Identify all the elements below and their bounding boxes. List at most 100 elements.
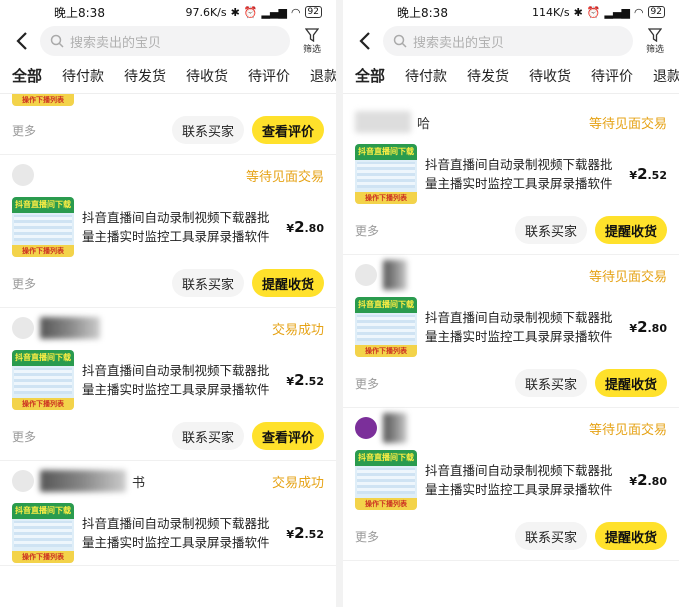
wifi-icon: ◠ <box>633 5 644 19</box>
order-item[interactable]: 等待见面交易 抖音直播间下载 操作下播列表 抖音直播间自动录制视频下载器批量主播实… <box>0 155 336 308</box>
contact-buyer-button[interactable]: 联系买家 <box>171 116 244 144</box>
remind-receipt-button[interactable]: 提醒收货 <box>594 522 667 550</box>
tab-refund[interactable]: 退款中 <box>653 66 679 86</box>
tab-pending-payment[interactable]: 待付款 <box>62 66 104 86</box>
product-title: 抖音直播间自动录制视频下载器批量主播实时监控工具录屏录播软件 <box>425 157 613 191</box>
product-title: 抖音直播间自动录制视频下载器批量主播实时监控工具录屏录播软件 <box>82 516 270 550</box>
filter-button[interactable]: 筛选 <box>637 27 673 55</box>
status-icons: 114K/s ✱ ⏰ ▂▄▆ ◠ 92 <box>532 6 665 19</box>
product-row: 抖音直播间下载 操作下播列表 抖音直播间自动录制视频下载器批量主播实时监控工具录屏… <box>355 142 667 206</box>
order-item[interactable]: 书 交易成功 抖音直播间下载 操作下播列表 抖音直播间自动录制视频下载器批量主播实… <box>0 461 336 566</box>
contact-buyer-button[interactable]: 联系买家 <box>514 522 587 550</box>
more-link[interactable]: 更多 <box>12 428 36 445</box>
product-row: 抖音直播间下载 操作下播列表 抖音直播间自动录制视频下载器批量主播实时监控工具录屏… <box>355 295 667 359</box>
order-item[interactable]: 等待见面交易 抖音直播间下载 操作下播列表 抖音直播间自动录制视频下载器批量主播实… <box>343 408 679 561</box>
order-item[interactable]: 哈 等待见面交易 抖音直播间下载 操作下播列表 抖音直播间自动录制视频下载器批量主… <box>343 102 679 255</box>
screen-left: 晚上8:38 97.6K/s ✱ ⏰ ▂▄▆ ◠ 92 搜索卖出的宝贝 筛选 全… <box>0 0 336 607</box>
seller-name-blurred <box>40 317 100 339</box>
order-item[interactable]: 操作下播列表 更多 联系买家 查看评价 <box>0 94 336 155</box>
action-row: 更多 联系买家 提醒收货 <box>12 259 324 307</box>
search-row: 搜索卖出的宝贝 筛选 <box>343 24 679 58</box>
remind-receipt-button[interactable]: 提醒收货 <box>251 269 324 297</box>
filter-label: 筛选 <box>645 44 664 55</box>
order-item[interactable]: 交易成功 抖音直播间下载 操作下播列表 抖音直播间自动录制视频下载器批量主播实时监… <box>0 308 336 461</box>
tab-pending-shipment[interactable]: 待发货 <box>467 66 509 86</box>
battery-icon: 92 <box>304 6 322 18</box>
avatar <box>12 164 34 186</box>
price: ¥2.52 <box>629 165 667 183</box>
price: ¥2.52 <box>286 524 324 542</box>
seller-name-blurred <box>383 413 407 443</box>
seller-row: 哈 等待见面交易 <box>355 102 667 142</box>
seller-name: 哈 <box>417 116 431 132</box>
search-icon <box>50 34 64 48</box>
product-title: 抖音直播间自动录制视频下载器批量主播实时监控工具录屏录播软件 <box>82 210 270 244</box>
action-row: 更多 联系买家 查看评价 <box>12 106 324 154</box>
order-status: 等待见面交易 <box>588 422 667 438</box>
action-row: 更多 联系买家 提醒收货 <box>355 206 667 254</box>
view-review-button[interactable]: 查看评价 <box>251 422 324 450</box>
remind-receipt-button[interactable]: 提醒收货 <box>594 216 667 244</box>
filter-button[interactable]: 筛选 <box>294 27 330 55</box>
order-item[interactable]: 等待见面交易 抖音直播间下载 操作下播列表 抖音直播间自动录制视频下载器批量主播实… <box>343 255 679 408</box>
product-row: 抖音直播间下载 操作下播列表 抖音直播间自动录制视频下载器批量主播实时监控工具录屏… <box>12 195 324 259</box>
search-row: 搜索卖出的宝贝 筛选 <box>0 24 336 58</box>
tab-pending-receipt[interactable]: 待收货 <box>529 66 571 86</box>
status-bar: 晚上8:38 114K/s ✱ ⏰ ▂▄▆ ◠ 92 <box>343 0 679 24</box>
tab-all[interactable]: 全部 <box>12 65 43 86</box>
tab-pending-receipt[interactable]: 待收货 <box>186 66 228 86</box>
product-thumbnail: 抖音直播间下载 操作下播列表 <box>355 297 417 357</box>
contact-buyer-button[interactable]: 联系买家 <box>171 422 244 450</box>
remind-receipt-button[interactable]: 提醒收货 <box>594 369 667 397</box>
order-status: 等待见面交易 <box>245 169 324 185</box>
tab-pending-review[interactable]: 待评价 <box>591 66 633 86</box>
status-bar: 晚上8:38 97.6K/s ✱ ⏰ ▂▄▆ ◠ 92 <box>0 0 336 24</box>
seller-name: 书 <box>132 475 146 491</box>
search-icon <box>393 34 407 48</box>
alarm-icon: ⏰ <box>243 5 258 19</box>
search-placeholder: 搜索卖出的宝贝 <box>413 35 505 51</box>
price: ¥2.80 <box>629 471 667 489</box>
contact-buyer-button[interactable]: 联系买家 <box>514 216 587 244</box>
seller-name-blurred <box>383 260 407 290</box>
product-row: 抖音直播间下载 操作下播列表 抖音直播间自动录制视频下载器批量主播实时监控工具录屏… <box>355 448 667 512</box>
product-title: 抖音直播间自动录制视频下载器批量主播实时监控工具录屏录播软件 <box>425 310 613 344</box>
filter-icon <box>648 27 662 42</box>
tab-all[interactable]: 全部 <box>355 65 386 86</box>
status-time: 晚上8:38 <box>54 5 105 20</box>
view-review-button[interactable]: 查看评价 <box>251 116 324 144</box>
product-title: 抖音直播间自动录制视频下载器批量主播实时监控工具录屏录播软件 <box>425 463 613 497</box>
tab-pending-payment[interactable]: 待付款 <box>405 66 447 86</box>
more-link[interactable]: 更多 <box>355 222 379 239</box>
order-tabs: 全部 待付款 待发货 待收货 待评价 退款中 <box>0 58 336 94</box>
product-row: 抖音直播间下载 操作下播列表 抖音直播间自动录制视频下载器批量主播实时监控工具录屏… <box>12 348 324 412</box>
search-input[interactable]: 搜索卖出的宝贝 <box>40 26 290 56</box>
seller-row: 等待见面交易 <box>355 408 667 448</box>
avatar <box>355 417 377 439</box>
bluetooth-icon: ✱ <box>230 5 240 19</box>
back-button[interactable] <box>353 29 377 53</box>
price: ¥2.52 <box>286 371 324 389</box>
tab-pending-shipment[interactable]: 待发货 <box>124 66 166 86</box>
more-link[interactable]: 更多 <box>12 275 36 292</box>
seller-name-blurred <box>40 470 126 492</box>
avatar <box>355 264 377 286</box>
search-placeholder: 搜索卖出的宝贝 <box>70 35 162 51</box>
screen-divider <box>336 0 343 607</box>
wifi-icon: ◠ <box>290 5 301 19</box>
action-row: 更多 联系买家 查看评价 <box>12 412 324 460</box>
tab-pending-review[interactable]: 待评价 <box>248 66 290 86</box>
chevron-left-icon <box>16 32 27 50</box>
contact-buyer-button[interactable]: 联系买家 <box>171 269 244 297</box>
status-time: 晚上8:38 <box>397 5 448 20</box>
more-link[interactable]: 更多 <box>355 528 379 545</box>
more-link[interactable]: 更多 <box>12 122 36 139</box>
back-button[interactable] <box>10 29 34 53</box>
more-link[interactable]: 更多 <box>355 375 379 392</box>
screens: 晚上8:38 97.6K/s ✱ ⏰ ▂▄▆ ◠ 92 搜索卖出的宝贝 筛选 全… <box>0 0 679 607</box>
contact-buyer-button[interactable]: 联系买家 <box>514 369 587 397</box>
seller-row: 书 交易成功 <box>12 461 324 501</box>
search-input[interactable]: 搜索卖出的宝贝 <box>383 26 633 56</box>
network-speed: 114K/s <box>531 5 570 19</box>
tab-refund[interactable]: 退款中 <box>310 66 336 86</box>
